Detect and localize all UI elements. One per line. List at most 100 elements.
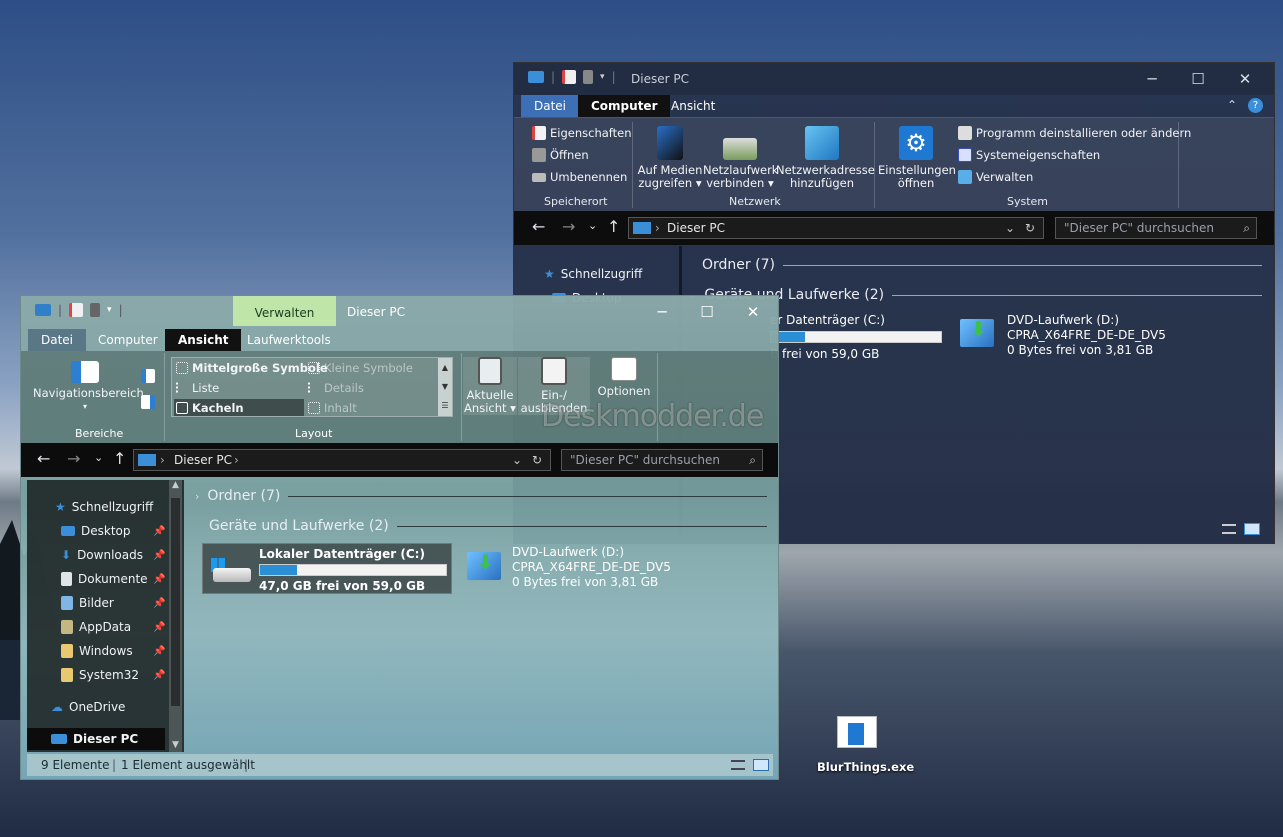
properties-icon[interactable] — [69, 303, 84, 317]
netzlaufwerk-verbinden-button[interactable]: Netzlaufwerk verbinden ▾ — [703, 126, 778, 190]
nav-schnellzugriff[interactable]: ★ Schnellzugriff — [55, 496, 205, 518]
section-ordner[interactable]: Ordner (7) — [702, 257, 1262, 273]
navigationsbereich-button[interactable]: Navigationsbereich ▾ — [33, 361, 144, 413]
drive-c-tile[interactable]: er Datenträger (C:) B frei von 59,0 GB — [770, 313, 942, 362]
nav-bilder[interactable]: Bilder 📌 — [61, 592, 211, 614]
einstellungen-oeffnen-button[interactable]: ⚙ Einstellungen öffnen — [878, 126, 956, 190]
nav-downloads[interactable]: ⬇ Downloads 📌 — [61, 544, 211, 566]
back-arrow-icon[interactable]: ← — [37, 449, 50, 468]
tab-datei[interactable]: Datei — [28, 329, 87, 351]
minimize-button[interactable]: ─ — [639, 296, 685, 328]
search-input[interactable]: "Dieser PC" durchsuchen ⌕ — [561, 449, 763, 471]
nav-dieser-pc[interactable]: Dieser PC — [27, 728, 165, 750]
auf-medien-zugreifen-button[interactable]: Auf Medien zugreifen ▾ — [636, 126, 704, 190]
tab-ansicht[interactable]: Ansicht — [658, 95, 728, 117]
aktuelle-ansicht-button[interactable]: Aktuelle Ansicht ▾ — [463, 357, 517, 415]
details-pane-icon[interactable] — [141, 395, 155, 409]
navigation-pane-icon — [71, 361, 99, 383]
forward-arrow-icon[interactable]: → — [67, 449, 80, 468]
layout-details[interactable]: Details — [308, 381, 364, 395]
umbenennen-button[interactable]: Umbenennen — [532, 170, 627, 184]
up-arrow-icon[interactable]: ↑ — [113, 449, 126, 468]
gallery-scroll[interactable]: ▲ ▼ ☰ — [438, 358, 452, 416]
star-icon: ★ — [544, 267, 555, 281]
scroll-up-icon[interactable]: ▲ — [169, 480, 182, 490]
verwalten-button[interactable]: Verwalten — [958, 170, 1033, 184]
recent-dropdown-icon[interactable]: ⌄ — [588, 219, 597, 232]
title-bar[interactable]: | ▾ | Verwalten Dieser PC ─ ☐ ✕ — [21, 296, 778, 326]
divider — [1178, 122, 1179, 208]
details-view-icon[interactable] — [731, 760, 745, 770]
scrollbar[interactable]: ▲ ▼ — [169, 480, 182, 752]
section-ordner[interactable]: › Ordner (7) — [195, 488, 767, 504]
nav-windows[interactable]: Windows 📌 — [61, 640, 211, 662]
layout-mittelgrosse-symbole[interactable]: Mittelgroße Symbole — [176, 361, 328, 375]
tab-laufwerktools[interactable]: Laufwerktools — [234, 329, 344, 351]
breadcrumb-dieser-pc[interactable]: Dieser PC — [174, 450, 232, 470]
nav-schnellzugriff[interactable]: ★ Schnellzugriff — [544, 263, 694, 285]
preview-pane-icon[interactable] — [141, 369, 155, 383]
layout-liste[interactable]: Liste — [176, 381, 219, 395]
drive-d-free: 0 Bytes frei von 3,81 GB — [1007, 343, 1154, 357]
drive-c-tile[interactable]: Lokaler Datenträger (C:) 47,0 GB frei vo… — [202, 543, 452, 594]
refresh-icon[interactable]: ↻ — [1025, 218, 1035, 238]
address-dropdown-icon[interactable]: ⌄ — [512, 450, 522, 470]
properties-icon[interactable] — [562, 70, 577, 84]
nav-system32[interactable]: System32 📌 — [61, 664, 211, 686]
netzwerkadresse-hinzufuegen-button[interactable]: Netzwerkadresse hinzufügen — [776, 126, 875, 190]
layout-inhalt[interactable]: Inhalt — [308, 401, 357, 415]
maximize-button[interactable]: ☐ — [1175, 63, 1221, 95]
dropdown-icon[interactable]: ▾ — [107, 305, 112, 315]
up-arrow-icon[interactable]: ↑ — [607, 217, 620, 236]
address-field[interactable]: › Dieser PC › ⌄ ↻ — [133, 449, 551, 471]
title-bar[interactable]: | ▾ | Dieser PC ─ ☐ ✕ — [514, 63, 1274, 95]
nav-dokumente[interactable]: Dokumente 📌 — [61, 568, 211, 590]
tab-computer[interactable]: Computer — [578, 95, 671, 117]
layout-kleine-symbole[interactable]: Kleine Symbole — [308, 361, 413, 375]
back-arrow-icon[interactable]: ← — [532, 217, 545, 236]
close-button[interactable]: ✕ — [1222, 63, 1268, 95]
tiles-view-icon[interactable] — [1244, 523, 1260, 535]
close-button[interactable]: ✕ — [730, 296, 776, 328]
tab-computer[interactable]: Computer — [85, 329, 171, 351]
nav-desktop[interactable]: Desktop 📌 — [61, 520, 211, 542]
optionen-button[interactable]: Optionen — [593, 357, 655, 398]
oeffnen-button[interactable]: Öffnen — [532, 148, 589, 162]
help-icon[interactable]: ? — [1248, 98, 1263, 113]
explorer-window-front[interactable]: | ▾ | Verwalten Dieser PC ─ ☐ ✕ Datei Co… — [20, 295, 779, 780]
programm-deinstallieren-button[interactable]: Programm deinstallieren oder ändern — [958, 126, 1191, 140]
drive-d-tile[interactable]: DVD-Laufwerk (D:) CPRA_X64FRE_DE-DE_DV5 … — [512, 545, 712, 590]
breadcrumb-dieser-pc[interactable]: Dieser PC — [667, 218, 725, 238]
section-geraete[interactable]: Geräte und Laufwerke (2) — [209, 518, 767, 534]
separator: | — [58, 303, 63, 317]
search-input[interactable]: "Dieser PC" durchsuchen ⌕ — [1055, 217, 1257, 239]
address-dropdown-icon[interactable]: ⌄ — [1005, 218, 1015, 238]
nav-appdata[interactable]: AppData 📌 — [61, 616, 211, 638]
tab-ansicht[interactable]: Ansicht — [165, 329, 242, 351]
drive-d-tile[interactable]: DVD-Laufwerk (D:) CPRA_X64FRE_DE-DE_DV5 … — [1007, 313, 1207, 358]
scroll-thumb[interactable] — [171, 498, 180, 706]
systemeigenschaften-button[interactable]: Systemeigenschaften — [958, 148, 1100, 162]
rename-icon[interactable] — [90, 303, 101, 317]
address-field[interactable]: › Dieser PC ⌄ ↻ — [628, 217, 1044, 239]
tab-verwalten[interactable]: Verwalten — [233, 296, 336, 326]
minimize-button[interactable]: ─ — [1129, 63, 1175, 95]
chevron-right-icon: › — [195, 489, 200, 503]
recent-dropdown-icon[interactable]: ⌄ — [94, 451, 103, 464]
rename-icon[interactable] — [583, 70, 594, 84]
desktop-shortcut-blurthings[interactable]: BlurThings.exe — [817, 716, 914, 774]
drive-c-usage-bar — [770, 331, 942, 343]
dropdown-icon[interactable]: ▾ — [600, 72, 605, 82]
chevron-up-icon[interactable]: ⌃ — [1227, 98, 1237, 112]
details-view-icon[interactable] — [1222, 524, 1236, 534]
layout-kacheln[interactable]: Kacheln — [174, 399, 304, 416]
systemeigenschaften-label: Systemeigenschaften — [976, 148, 1101, 162]
media-icon — [657, 126, 683, 160]
eigenschaften-button[interactable]: Eigenschaften — [532, 126, 632, 140]
refresh-icon[interactable]: ↻ — [532, 450, 542, 470]
scroll-down-icon[interactable]: ▼ — [169, 740, 182, 750]
tiles-view-icon[interactable] — [753, 759, 769, 771]
tab-datei[interactable]: Datei — [521, 95, 580, 117]
forward-arrow-icon[interactable]: → — [562, 217, 575, 236]
maximize-button[interactable]: ☐ — [684, 296, 730, 328]
